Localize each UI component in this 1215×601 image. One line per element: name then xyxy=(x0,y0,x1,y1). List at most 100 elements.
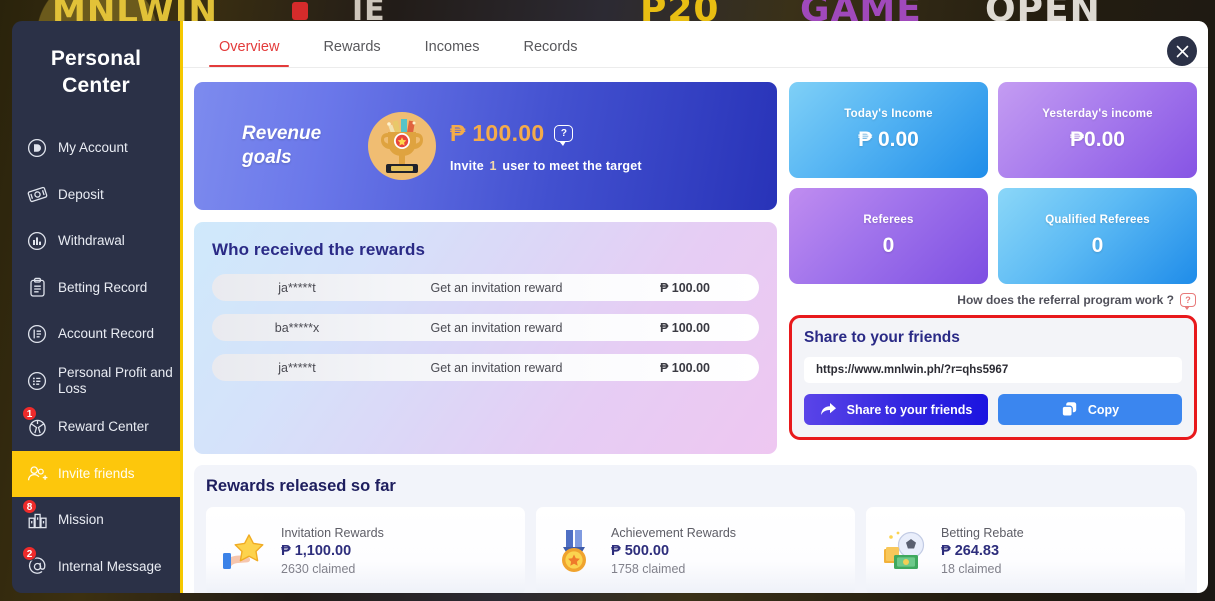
share-to-friends-button[interactable]: Share to your friends xyxy=(804,394,988,425)
stat-card-qualified-referees: Qualified Referees 0 xyxy=(998,188,1197,284)
lines-circle-icon xyxy=(26,370,48,392)
question-bubble-icon[interactable]: ? xyxy=(554,124,574,146)
right-column: Today's Income ₱ 0.00 Yesterday's income ₱0… xyxy=(789,82,1197,454)
who-received-rewards-card: Who received the rewards ja*****t Get an … xyxy=(194,222,777,454)
main-content: Overview Rewards Incomes Records Revenue go… xyxy=(180,21,1208,593)
copy-link-button[interactable]: Copy xyxy=(998,394,1182,425)
copy-label: Copy xyxy=(1087,402,1120,417)
copy-icon xyxy=(1061,402,1077,417)
sidebar-item-internal-message[interactable]: 2 Internal Message xyxy=(12,544,180,591)
released-reward-claimed: 18 claimed xyxy=(941,562,1002,576)
panel-title: Personal Center xyxy=(50,47,142,97)
left-column: Revenue goals ₱ 100.00 ? Invite 1 user t… xyxy=(194,82,777,454)
released-reward-card: Betting Rebate ₱ 264.83 18 claimed xyxy=(866,507,1185,593)
sidebar-item-label: Internal Message xyxy=(58,558,162,574)
sidebar-item-invite-friends[interactable]: Invite friends xyxy=(12,450,180,497)
sidebar: Personal Center My Account Deposit Withdra… xyxy=(12,21,180,593)
sidebar-item-label: Mission xyxy=(58,512,104,528)
personal-center-modal: Personal Center My Account Deposit Withdra… xyxy=(12,21,1208,593)
account-circle-icon xyxy=(26,137,48,159)
sidebar-item-my-account[interactable]: My Account xyxy=(12,125,180,172)
stat-label: Qualified Referees xyxy=(1045,214,1150,226)
reward-amount: ₱ 100.00 xyxy=(659,280,711,295)
stat-cards: Today's Income ₱ 0.00 Yesterday's income ₱0… xyxy=(789,82,1197,284)
reward-row: ja*****t Get an invitation reward ₱ 100.00 xyxy=(212,274,759,301)
reward-user: ja*****t xyxy=(278,280,316,295)
who-received-list: ja*****t Get an invitation reward ₱ 100.00… xyxy=(212,274,759,381)
who-received-heading: Who received the rewards xyxy=(212,240,426,259)
revenue-goals-banner: Revenue goals ₱ 100.00 ? Invite 1 user t… xyxy=(194,82,777,210)
stat-value: ₱ 0.00 xyxy=(858,128,919,151)
sidebar-item-label: Withdrawal xyxy=(58,233,125,249)
sidebar-item-label: My Account xyxy=(58,140,128,156)
reward-amount: ₱ 100.00 xyxy=(659,360,711,375)
sidebar-item-reward-center[interactable]: 1 Reward Center xyxy=(12,404,180,451)
rewards-released-section: Rewards released so far Invitation Rewar… xyxy=(194,465,1197,593)
stat-label: Referees xyxy=(863,214,914,226)
notification-badge: 1 xyxy=(22,406,37,421)
share-to-friends-label: Share to your friends xyxy=(846,402,973,417)
stat-value: 0 xyxy=(882,234,895,257)
stat-value: ₱0.00 xyxy=(1070,128,1125,151)
referral-link-input[interactable] xyxy=(804,357,1182,383)
sidebar-item-withdrawal[interactable]: Withdrawal xyxy=(12,218,180,265)
invite-suffix: user to meet the target xyxy=(502,158,642,173)
tab-overview[interactable]: Overview xyxy=(209,39,290,67)
notification-badge: 8 xyxy=(22,499,37,514)
stat-label: Today's Income xyxy=(844,108,933,120)
invite-prefix: Invite xyxy=(450,158,484,173)
reward-row: ba*****x Get an invitation reward ₱ 100.00 xyxy=(212,314,759,341)
how-referral-works-label: How does the referral program work ? xyxy=(957,293,1174,307)
rewards-released-heading: Rewards released so far xyxy=(206,477,396,495)
sidebar-item-account-record[interactable]: Account Record xyxy=(12,311,180,358)
revenue-goals-title: Revenue goals xyxy=(242,123,322,168)
tab-incomes[interactable]: Incomes xyxy=(415,39,490,67)
rewards-released-grid: Invitation Rewards ₱ 1,100.00 2630 claim… xyxy=(206,507,1185,593)
reward-user: ja*****t xyxy=(278,360,316,375)
released-reward-title: Achievement Rewards xyxy=(611,526,737,540)
sidebar-item-mission[interactable]: 8 Mission xyxy=(12,497,180,544)
revenue-amount: ₱ 100.00 xyxy=(450,119,545,146)
stat-card-referees: Referees 0 xyxy=(789,188,988,284)
tab-bar: Overview Rewards Incomes Records xyxy=(183,21,1208,68)
reward-description: Get an invitation reward xyxy=(430,280,563,295)
share-arrow-icon xyxy=(820,403,836,415)
reward-amount: ₱ 100.00 xyxy=(659,320,711,335)
close-button[interactable] xyxy=(1167,36,1197,66)
content-area: Revenue goals ₱ 100.00 ? Invite 1 user t… xyxy=(183,68,1208,454)
user-plus-icon xyxy=(26,463,48,485)
released-reward-claimed: 1758 claimed xyxy=(611,562,686,576)
revenue-goals-details: ₱ 100.00 ? Invite 1 user to meet the tar… xyxy=(450,120,642,173)
clipboard-icon xyxy=(26,277,48,299)
released-reward-card: Achievement Rewards ₱ 500.00 1758 claime… xyxy=(536,507,855,593)
list-circle-icon xyxy=(26,323,48,345)
revenue-amount-row: ₱ 100.00 ? xyxy=(450,120,642,147)
invite-count: 1 xyxy=(489,158,497,173)
star-hand-icon xyxy=(220,527,268,575)
stat-value: 0 xyxy=(1091,234,1104,257)
released-reward-title: Invitation Rewards xyxy=(281,526,384,540)
how-referral-works-row[interactable]: How does the referral program work ? ? xyxy=(789,293,1197,310)
tab-rewards[interactable]: Rewards xyxy=(313,39,390,67)
stat-card-yesterday-s-income: Yesterday's income ₱0.00 xyxy=(998,82,1197,178)
sidebar-item-betting-record[interactable]: Betting Record xyxy=(12,265,180,312)
sidebar-item-deposit[interactable]: Deposit xyxy=(12,172,180,219)
reward-description: Get an invitation reward xyxy=(430,360,563,375)
revenue-invite-text: Invite 1 user to meet the target xyxy=(450,159,642,173)
sidebar-item-label: Betting Record xyxy=(58,279,148,295)
tab-records[interactable]: Records xyxy=(513,39,587,67)
share-actions: Share to your friends Copy xyxy=(804,394,1182,425)
stat-card-today-s-income: Today's Income ₱ 0.00 xyxy=(789,82,988,178)
question-bubble-icon[interactable]: ? xyxy=(1180,293,1196,310)
released-reward-amount: ₱ 500.00 xyxy=(611,543,670,559)
reward-user: ba*****x xyxy=(274,320,320,335)
notification-badge: 2 xyxy=(22,545,37,561)
reward-description: Get an invitation reward xyxy=(430,320,563,335)
stat-label: Yesterday's income xyxy=(1042,108,1153,120)
medal-icon xyxy=(550,527,598,575)
trophy-icon xyxy=(368,112,436,180)
banknote-icon xyxy=(26,184,48,206)
released-reward-title: Betting Rebate xyxy=(941,526,1024,540)
released-reward-card: Invitation Rewards ₱ 1,100.00 2630 claim… xyxy=(206,507,525,593)
sidebar-item-personal-profit-and-loss[interactable]: Personal Profit and Loss xyxy=(12,358,180,405)
